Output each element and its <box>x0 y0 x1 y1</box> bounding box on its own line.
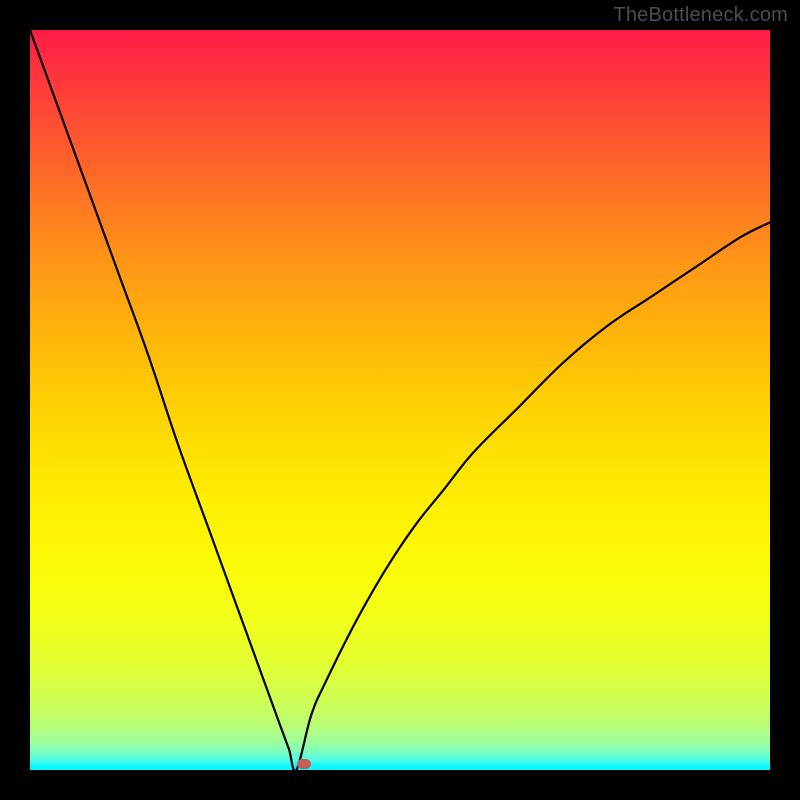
bottleneck-curve <box>30 30 770 770</box>
curve-path <box>30 30 770 770</box>
optimal-point-marker <box>297 759 311 769</box>
watermark-text: TheBottleneck.com <box>613 4 788 27</box>
plot-area <box>30 30 770 770</box>
chart-stage: TheBottleneck.com <box>0 0 800 800</box>
